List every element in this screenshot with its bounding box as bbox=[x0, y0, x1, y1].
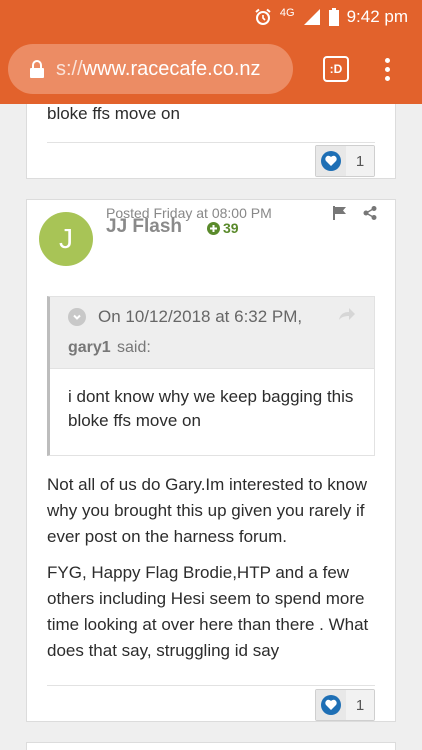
post-divider bbox=[47, 142, 375, 143]
author-reputation-badge: 39 bbox=[207, 220, 239, 236]
post-divider bbox=[47, 685, 375, 686]
quote-header: On 10/12/2018 at 6:32 PM, gary1 said: bbox=[50, 297, 374, 369]
alarm-icon bbox=[254, 8, 272, 26]
quote-text: i dont know why we keep bagging this blo… bbox=[68, 387, 354, 430]
network-type: 4G bbox=[279, 7, 295, 19]
share-icon[interactable] bbox=[363, 206, 377, 225]
next-post-card bbox=[26, 742, 396, 750]
plus-circle-icon bbox=[207, 221, 220, 235]
address-bar[interactable]: s:// www.racecafe.co.nz bbox=[8, 44, 293, 94]
author-name[interactable]: JJ Flash bbox=[106, 216, 182, 238]
url-protocol: s:// bbox=[56, 57, 83, 80]
post-actions bbox=[333, 206, 377, 225]
reputation-control[interactable]: 1 bbox=[315, 145, 375, 177]
status-bar: 4G 9:42 pm bbox=[0, 0, 422, 34]
tab-switcher-button[interactable]: :D bbox=[323, 56, 349, 82]
browser-chrome: 4G 9:42 pm s:// www.racecafe.co.nz :D bbox=[0, 0, 422, 104]
menu-dot bbox=[385, 66, 390, 72]
quote-date: On 10/12/2018 at 6:32 PM, bbox=[98, 307, 303, 326]
quote-user-link[interactable]: gary1 bbox=[68, 339, 111, 357]
post-paragraph: FYG, Happy Flag Brodie,HTP and a few oth… bbox=[47, 563, 369, 660]
heart-icon[interactable] bbox=[316, 690, 346, 720]
reputation-count: 1 bbox=[346, 146, 374, 176]
previous-post-text: bloke ffs move on bbox=[47, 104, 180, 123]
quote-block: On 10/12/2018 at 6:32 PM, gary1 said: i … bbox=[47, 296, 375, 456]
post-paragraph: Not all of us do Gary.Im interested to k… bbox=[47, 475, 367, 546]
reputation-count: 1 bbox=[346, 690, 374, 720]
quote-said-label: said: bbox=[117, 339, 151, 356]
previous-post-card: bloke ffs move on 1 bbox=[26, 104, 396, 179]
battery-icon bbox=[328, 8, 339, 26]
post-card: J Posted Friday at 08:00 PM JJ Flash 39 … bbox=[26, 199, 396, 722]
post-body: Not all of us do Gary.Im interested to k… bbox=[47, 472, 382, 674]
lock-icon bbox=[30, 60, 44, 78]
flag-icon[interactable] bbox=[333, 206, 347, 225]
reputation-control[interactable]: 1 bbox=[315, 689, 375, 721]
signal-icon bbox=[303, 8, 321, 26]
url-row: s:// www.racecafe.co.nz :D bbox=[0, 34, 422, 104]
share-arrow-icon[interactable] bbox=[338, 307, 356, 326]
menu-dot bbox=[385, 75, 390, 81]
overflow-menu-button[interactable] bbox=[385, 57, 390, 81]
chevron-down-icon[interactable] bbox=[68, 308, 86, 326]
heart-icon[interactable] bbox=[316, 146, 346, 176]
author-reputation: 39 bbox=[223, 220, 239, 236]
url-host: www.racecafe.co.nz bbox=[82, 57, 261, 80]
menu-dot bbox=[385, 57, 390, 63]
clock: 9:42 pm bbox=[346, 7, 408, 26]
avatar[interactable]: J bbox=[39, 212, 93, 266]
